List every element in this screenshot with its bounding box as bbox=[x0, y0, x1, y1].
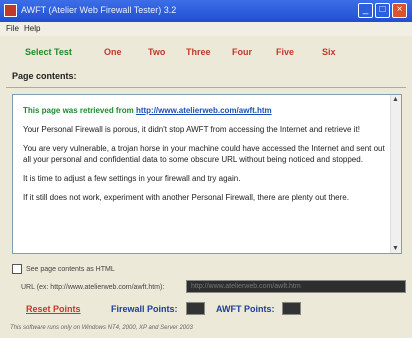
show-html-option[interactable]: See page contents as HTML bbox=[12, 264, 115, 274]
divider bbox=[6, 87, 406, 88]
app-icon bbox=[4, 4, 17, 17]
tab-five[interactable]: Five bbox=[276, 47, 294, 57]
result-paragraph: You are very vulnerable, a trojan horse … bbox=[23, 144, 385, 164]
show-html-label: See page contents as HTML bbox=[26, 265, 115, 273]
menu-bar: File Help bbox=[0, 22, 412, 36]
result-paragraph: If it still does not work, experiment wi… bbox=[23, 193, 349, 202]
retrieved-line: This page was retrieved from http://www.… bbox=[23, 105, 385, 116]
test-tabs: Select Test One Two Three Four Five Six bbox=[0, 36, 412, 68]
vertical-scrollbar[interactable]: ▲ ▼ bbox=[390, 95, 401, 253]
minimize-button[interactable]: _ bbox=[358, 3, 373, 18]
page-contents-label: Page contents: bbox=[12, 71, 77, 81]
result-paragraph: Your Personal Firewall is porous, it did… bbox=[23, 125, 360, 134]
menu-file[interactable]: File bbox=[6, 24, 19, 33]
firewall-points-label: Firewall Points: bbox=[111, 304, 178, 314]
page-contents-text: This page was retrieved from http://www.… bbox=[23, 105, 385, 211]
awft-points-label: AWFT Points: bbox=[216, 304, 275, 314]
page-contents-panel[interactable]: This page was retrieved from http://www.… bbox=[12, 94, 402, 254]
url-label: URL (ex: http://www.atelierweb.com/awft.… bbox=[21, 284, 165, 291]
retrieved-prefix: This page was retrieved from bbox=[23, 106, 134, 115]
window-title: AWFT (Atelier Web Firewall Tester) 3.2 bbox=[21, 5, 177, 15]
result-paragraph: It is time to adjust a few settings in y… bbox=[23, 174, 241, 183]
tab-one[interactable]: One bbox=[104, 47, 122, 57]
title-bar: AWFT (Atelier Web Firewall Tester) 3.2 _… bbox=[0, 0, 412, 22]
tab-three[interactable]: Three bbox=[186, 47, 211, 57]
tab-two[interactable]: Two bbox=[148, 47, 165, 57]
firewall-points-value bbox=[186, 302, 205, 315]
scroll-down-icon[interactable]: ▼ bbox=[392, 245, 399, 252]
awft-points-value bbox=[282, 302, 301, 315]
tab-four[interactable]: Four bbox=[232, 47, 252, 57]
footer-note: This software runs only on Windows NT4, … bbox=[10, 325, 193, 331]
scroll-up-icon[interactable]: ▲ bbox=[392, 96, 399, 103]
close-button[interactable]: × bbox=[392, 3, 407, 18]
retrieved-url-link[interactable]: http://www.atelierweb.com/awft.htm bbox=[136, 106, 272, 115]
tab-select-test[interactable]: Select Test bbox=[25, 47, 72, 57]
tab-six[interactable]: Six bbox=[322, 47, 336, 57]
reset-points-link[interactable]: Reset Points bbox=[26, 304, 81, 314]
show-html-checkbox[interactable] bbox=[12, 264, 22, 274]
url-input[interactable]: http://www.atelierweb.com/awft.htm bbox=[186, 280, 406, 293]
menu-help[interactable]: Help bbox=[24, 24, 40, 33]
maximize-button[interactable]: □ bbox=[375, 3, 390, 18]
